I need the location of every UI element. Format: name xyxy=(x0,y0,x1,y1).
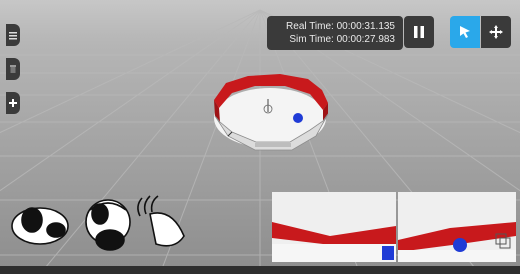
camera-view-right[interactable] xyxy=(398,192,516,262)
real-time-label: Real Time: xyxy=(286,21,334,32)
sim-time-label: Sim Time: xyxy=(289,34,334,45)
ball[interactable] xyxy=(293,113,303,123)
plus-icon xyxy=(9,99,17,107)
time-display: Real Time: 00:00:31.135 Sim Time: 00:00:… xyxy=(267,16,403,50)
insert-button[interactable] xyxy=(6,92,20,114)
3d-viewport[interactable] xyxy=(0,0,520,274)
arena[interactable] xyxy=(214,74,329,151)
status-bar xyxy=(0,266,520,274)
move-icon xyxy=(489,25,503,39)
cursor-icon xyxy=(460,26,470,38)
camera-view-left[interactable] xyxy=(272,192,396,262)
menu-icon xyxy=(9,32,17,40)
select-mode-button[interactable] xyxy=(450,16,480,48)
sim-time-value: 00:00:27.983 xyxy=(336,34,395,45)
menu-button[interactable] xyxy=(6,24,20,46)
pause-button[interactable] xyxy=(404,16,434,48)
pause-icon xyxy=(414,26,424,38)
trash-icon xyxy=(10,65,16,73)
trash-button[interactable] xyxy=(6,58,20,80)
real-time-value: 00:00:31.135 xyxy=(336,21,395,32)
move-mode-button[interactable] xyxy=(481,16,511,48)
